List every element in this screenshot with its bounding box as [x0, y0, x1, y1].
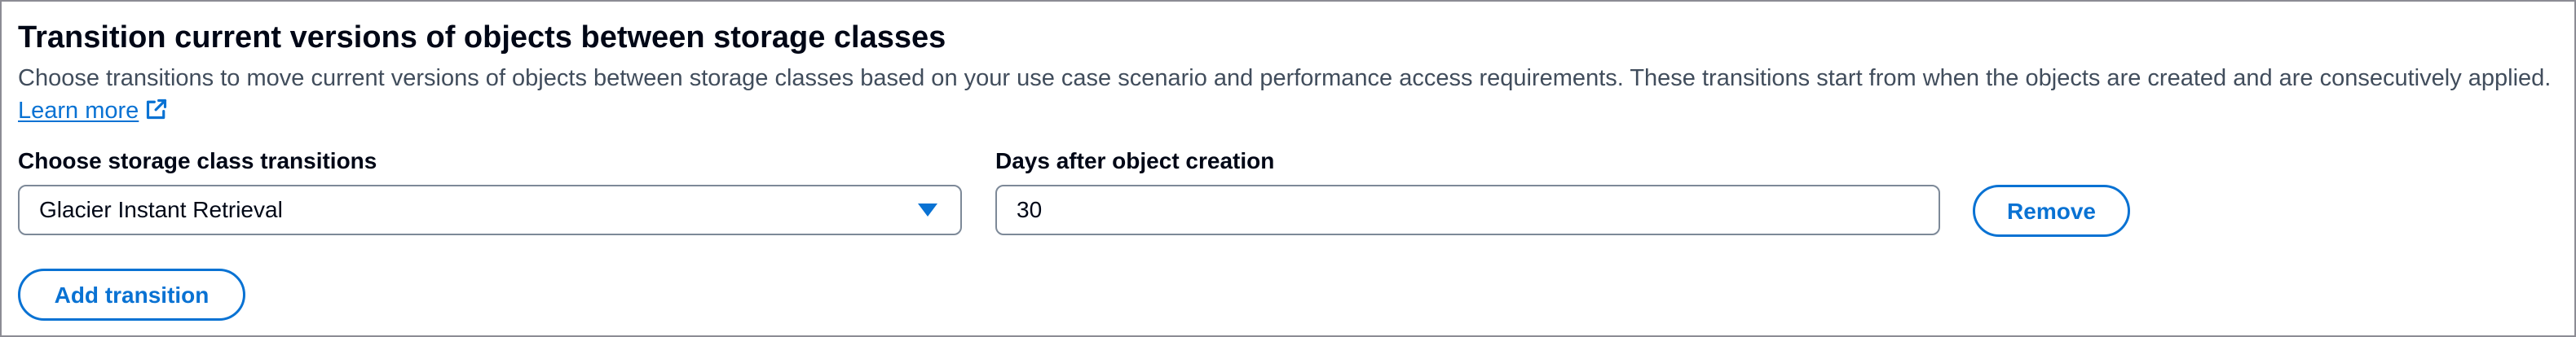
caret-down-icon — [918, 204, 937, 217]
description-text: Choose transitions to move current versi… — [18, 65, 2552, 91]
add-transition-button[interactable]: Add transition — [18, 269, 245, 321]
storage-class-select[interactable]: Glacier Instant Retrieval — [18, 185, 962, 235]
days-after-creation-input[interactable] — [995, 185, 1940, 235]
transition-current-versions-panel: Transition current versions of objects b… — [0, 0, 2576, 337]
section-description: Choose transitions to move current versi… — [18, 62, 2561, 127]
learn-more-label: Learn more — [18, 98, 139, 124]
external-link-icon — [147, 98, 167, 120]
storage-class-selected-value: Glacier Instant Retrieval — [39, 197, 283, 222]
remove-transition-button[interactable]: Remove — [1973, 185, 2130, 237]
days-after-creation-label: Days after object creation — [995, 148, 1275, 173]
storage-class-label: Choose storage class transitions — [18, 148, 377, 173]
section-title: Transition current versions of objects b… — [18, 20, 946, 55]
learn-more-link[interactable]: Learn more — [18, 98, 168, 124]
